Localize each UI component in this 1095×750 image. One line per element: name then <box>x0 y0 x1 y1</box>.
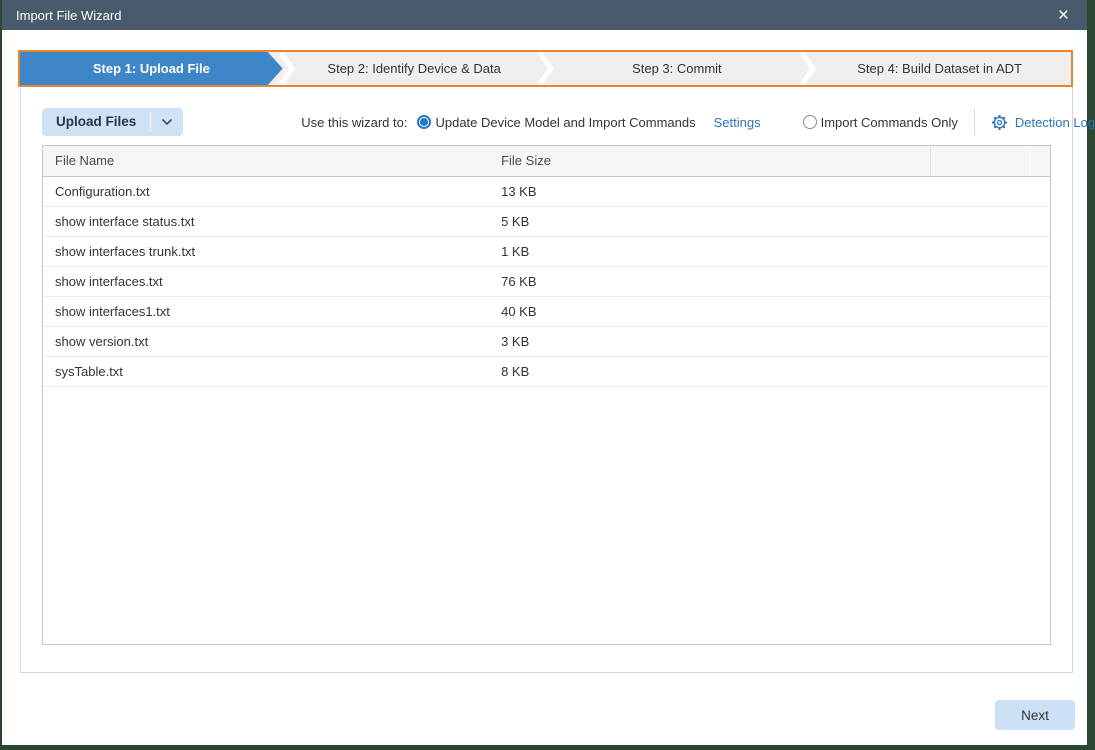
file-name-cell[interactable]: sysTable.txt <box>43 356 489 386</box>
radio-import-commands-only-label[interactable]: Import Commands Only <box>821 115 958 130</box>
file-size-cell: 76 KB <box>489 266 930 296</box>
file-name-cell[interactable]: show interfaces trunk.txt <box>43 236 489 266</box>
desktop: { "window": { "title": "Import File Wiza… <box>0 0 1095 750</box>
step-separator-icon <box>538 52 554 85</box>
wizard-mode-group: Use this wizard to: Update Device Model … <box>301 115 958 130</box>
table-row[interactable]: show interfaces1.txt 40 KB <box>43 296 1050 326</box>
empty-cell <box>930 176 1030 206</box>
empty-cell <box>1030 326 1050 356</box>
table-header-row: File Name File Size <box>43 146 1050 176</box>
window-title: Import File Wizard <box>16 8 1054 23</box>
table-row[interactable]: show version.txt 3 KB <box>43 326 1050 356</box>
empty-cell <box>930 266 1030 296</box>
wizard-prompt-label: Use this wizard to: <box>301 115 407 130</box>
empty-cell <box>1030 236 1050 266</box>
table-row[interactable]: sysTable.txt 8 KB <box>43 356 1050 386</box>
table-row[interactable]: show interface status.txt 5 KB <box>43 206 1050 236</box>
next-button[interactable]: Next <box>995 700 1075 730</box>
titlebar: Import File Wizard × <box>2 0 1087 30</box>
step-separator-icon <box>800 52 816 85</box>
empty-cell <box>930 296 1030 326</box>
file-name-cell[interactable]: show interfaces.txt <box>43 266 489 296</box>
file-name-cell[interactable]: show version.txt <box>43 326 489 356</box>
file-size-cell: 5 KB <box>489 206 930 236</box>
file-name-cell[interactable]: Configuration.txt <box>43 176 489 206</box>
file-size-cell: 40 KB <box>489 296 930 326</box>
file-size-cell: 13 KB <box>489 176 930 206</box>
empty-cell <box>1030 176 1050 206</box>
file-size-cell: 3 KB <box>489 326 930 356</box>
chevron-down-icon[interactable] <box>151 108 183 136</box>
gear-icon <box>991 114 1008 131</box>
toolbar: Upload Files Use this wizard to: Update … <box>42 87 1051 136</box>
wizard-step-bar: Step 1: Upload File Step 2: Identify Dev… <box>18 50 1073 87</box>
table-row[interactable]: show interfaces.txt 76 KB <box>43 266 1050 296</box>
file-name-cell[interactable]: show interface status.txt <box>43 206 489 236</box>
empty-cell <box>1030 356 1050 386</box>
detection-logic-group: Detection Logic <box>958 109 1095 135</box>
empty-cell <box>930 356 1030 386</box>
file-table: File Name File Size Configuration.txt 13… <box>42 145 1051 645</box>
column-header-empty <box>1030 146 1050 176</box>
upload-files-label: Upload Files <box>42 108 150 136</box>
table-row[interactable]: Configuration.txt 13 KB <box>43 176 1050 206</box>
file-size-cell: 8 KB <box>489 356 930 386</box>
column-header-empty <box>930 146 1030 176</box>
empty-cell <box>1030 206 1050 236</box>
radio-import-commands-only[interactable] <box>803 115 817 129</box>
radio-update-device-model[interactable] <box>417 115 431 129</box>
empty-cell <box>930 236 1030 266</box>
tab-step-1-upload-file[interactable]: Step 1: Upload File <box>20 52 283 85</box>
column-header-file-name[interactable]: File Name <box>43 146 489 176</box>
column-header-file-size[interactable]: File Size <box>489 146 930 176</box>
toolbar-divider <box>974 109 975 135</box>
tab-step-4-build-dataset-adt[interactable]: Step 4: Build Dataset in ADT <box>808 52 1071 85</box>
empty-cell <box>1030 266 1050 296</box>
content-panel: Upload Files Use this wizard to: Update … <box>20 87 1073 673</box>
file-name-cell[interactable]: show interfaces1.txt <box>43 296 489 326</box>
table-row[interactable]: show interfaces trunk.txt 1 KB <box>43 236 1050 266</box>
empty-cell <box>930 326 1030 356</box>
tab-step-3-commit[interactable]: Step 3: Commit <box>546 52 809 85</box>
detection-logic-link[interactable]: Detection Logic <box>1015 115 1095 130</box>
close-icon[interactable]: × <box>1054 6 1073 25</box>
empty-cell <box>1030 296 1050 326</box>
upload-files-button[interactable]: Upload Files <box>42 108 183 136</box>
settings-link[interactable]: Settings <box>714 115 761 130</box>
import-file-wizard-window: Import File Wizard × Step 1: Upload File… <box>2 0 1087 745</box>
radio-update-device-model-label[interactable]: Update Device Model and Import Commands <box>435 115 695 130</box>
empty-cell <box>930 206 1030 236</box>
file-size-cell: 1 KB <box>489 236 930 266</box>
tab-step-2-identify-device-data[interactable]: Step 2: Identify Device & Data <box>283 52 546 85</box>
